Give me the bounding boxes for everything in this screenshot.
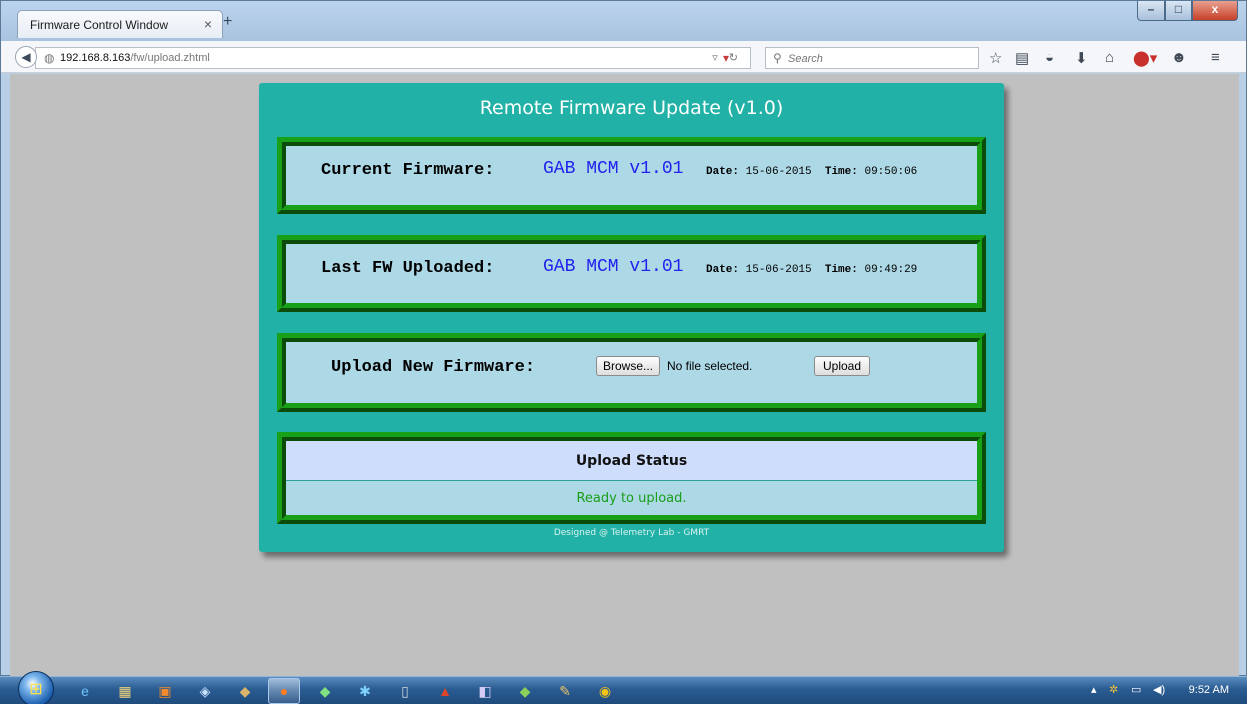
- maximize-icon: □: [1174, 2, 1183, 16]
- taskbar: ⊞ e ▦ ▣ ◈ ◆ ● ◆ ✱ ▯ ▲ ◧ ◆ ✎ ◉ ▴ ✲ ▭ ◀) 9…: [0, 671, 1247, 704]
- last-uploaded-datetime: Date: 15-06-2015 Time: 09:49:29: [706, 264, 917, 276]
- home-icon[interactable]: ⌂: [1105, 49, 1114, 66]
- monitor-icon[interactable]: ▭: [1131, 683, 1141, 696]
- search-bar[interactable]: ⚲: [765, 47, 979, 69]
- navigation-bar: ◍ 192.168.8.163/fw/upload.zhtml ▿ ↻ ◀ ▾ …: [1, 41, 1246, 73]
- upload-button[interactable]: Upload: [814, 356, 871, 376]
- reading-list-icon[interactable]: ▤: [1015, 49, 1029, 67]
- current-firmware-box: Current Firmware: GAB MCM v1.01 Date: 15…: [277, 137, 986, 214]
- chrome-icon[interactable]: ◉: [594, 681, 616, 701]
- app-icon-puzzle[interactable]: ✱: [354, 681, 376, 701]
- minimize-icon: –: [1147, 2, 1155, 16]
- app-icon-tool[interactable]: ✎: [554, 681, 576, 701]
- download-icon[interactable]: ⬇: [1075, 49, 1088, 67]
- back-arrow-icon: ◀: [21, 50, 31, 64]
- network-status-icon[interactable]: ✲: [1109, 683, 1118, 696]
- upload-status-box: Upload Status Ready to upload.: [277, 432, 986, 524]
- time-label: Time:: [824, 264, 858, 276]
- bookmark-star-icon[interactable]: ☆: [989, 49, 1002, 67]
- current-date: 15-06-2015: [745, 166, 812, 178]
- last-uploaded-label: Last FW Uploaded:: [321, 259, 495, 278]
- chat-icon[interactable]: ☻: [1171, 49, 1187, 66]
- footer-credit: Designed @ Telemetry Lab - GMRT: [553, 528, 710, 538]
- adblock-icon[interactable]: ⬤▾: [1133, 49, 1157, 67]
- search-input[interactable]: [788, 50, 968, 67]
- current-firmware-datetime: Date: 15-06-2015 Time: 09:50:06: [706, 166, 917, 178]
- tab-strip: Firmware Control Window × + – □ x: [1, 1, 1246, 41]
- last-uploaded-box: Last FW Uploaded: GAB MCM v1.01 Date: 15…: [277, 235, 986, 312]
- menu-icon[interactable]: ≡: [1211, 49, 1220, 66]
- upload-box: Upload New Firmware: Browse... No file s…: [277, 333, 986, 412]
- url-host: 192.168.8.163: [60, 52, 131, 64]
- clock[interactable]: 9:52 AM: [1189, 684, 1229, 696]
- app-icon-visio[interactable]: ◧: [474, 681, 496, 701]
- maximize-button[interactable]: □: [1165, 1, 1192, 21]
- tab-firmware-control[interactable]: Firmware Control Window ×: [17, 10, 223, 38]
- windows-logo-icon: ⊞: [29, 681, 43, 698]
- firmware-panel: Remote Firmware Update (v1.0) Current Fi…: [259, 83, 1004, 552]
- app-icon-device[interactable]: ▯: [394, 681, 416, 701]
- media-player-icon[interactable]: ▣: [154, 681, 176, 701]
- close-tab-icon[interactable]: ×: [204, 16, 212, 32]
- browser-window: Firmware Control Window × + – □ x ◍ 192.…: [0, 0, 1247, 676]
- last-uploaded-version: GAB MCM v1.01: [543, 257, 684, 277]
- search-icon: ⚲: [773, 51, 782, 65]
- system-tray: ▴ ✲ ▭ ◀) 9:52 AM: [1077, 677, 1247, 704]
- current-firmware-label: Current Firmware:: [321, 161, 495, 180]
- bookmark-menu-icon[interactable]: ▾: [723, 51, 729, 65]
- upload-status-heading: Upload Status: [286, 441, 977, 481]
- volume-icon[interactable]: ◀): [1153, 683, 1165, 696]
- back-button[interactable]: ◀: [15, 46, 37, 68]
- firefox-icon[interactable]: ●: [273, 681, 295, 701]
- date-label: Date:: [706, 264, 740, 276]
- page-viewport: Remote Firmware Update (v1.0) Current Fi…: [10, 74, 1239, 676]
- minimize-button[interactable]: –: [1137, 1, 1165, 21]
- app-icon-box[interactable]: ◆: [234, 681, 256, 701]
- url-text: 192.168.8.163/fw/upload.zhtml: [60, 52, 210, 64]
- close-icon: x: [1211, 2, 1219, 16]
- last-time: 09:49:29: [864, 264, 918, 276]
- start-button[interactable]: ⊞: [18, 671, 54, 704]
- pocket-icon[interactable]: ◒: [1045, 49, 1054, 66]
- browse-button[interactable]: Browse...: [596, 356, 661, 376]
- app-icon-matlab[interactable]: ▲: [434, 681, 456, 701]
- app-icon-leaf[interactable]: ◆: [514, 681, 536, 701]
- new-tab-button[interactable]: +: [223, 13, 232, 31]
- app-icon-diamond[interactable]: ◈: [194, 681, 216, 701]
- globe-icon: ◍: [44, 51, 55, 65]
- last-date: 15-06-2015: [745, 264, 812, 276]
- current-time: 09:50:06: [864, 166, 918, 178]
- time-label: Time:: [824, 166, 858, 178]
- close-window-button[interactable]: x: [1192, 1, 1238, 21]
- tab-title: Firmware Control Window: [30, 18, 169, 32]
- current-firmware-version: GAB MCM v1.01: [543, 159, 684, 179]
- show-hidden-icons-icon[interactable]: ▴: [1091, 683, 1097, 696]
- internet-explorer-icon[interactable]: e: [74, 681, 96, 701]
- file-explorer-icon[interactable]: ▦: [114, 681, 136, 701]
- url-path: /fw/upload.zhtml: [130, 52, 210, 64]
- page-title: Remote Firmware Update (v1.0): [479, 97, 784, 119]
- url-bar[interactable]: ◍ 192.168.8.163/fw/upload.zhtml ▿ ↻: [35, 47, 751, 69]
- file-status: No file selected.: [667, 359, 753, 373]
- date-label: Date:: [706, 166, 740, 178]
- upload-status-message: Ready to upload.: [576, 491, 687, 506]
- upload-label: Upload New Firmware:: [331, 358, 536, 377]
- app-icon-arrow[interactable]: ◆: [314, 681, 336, 701]
